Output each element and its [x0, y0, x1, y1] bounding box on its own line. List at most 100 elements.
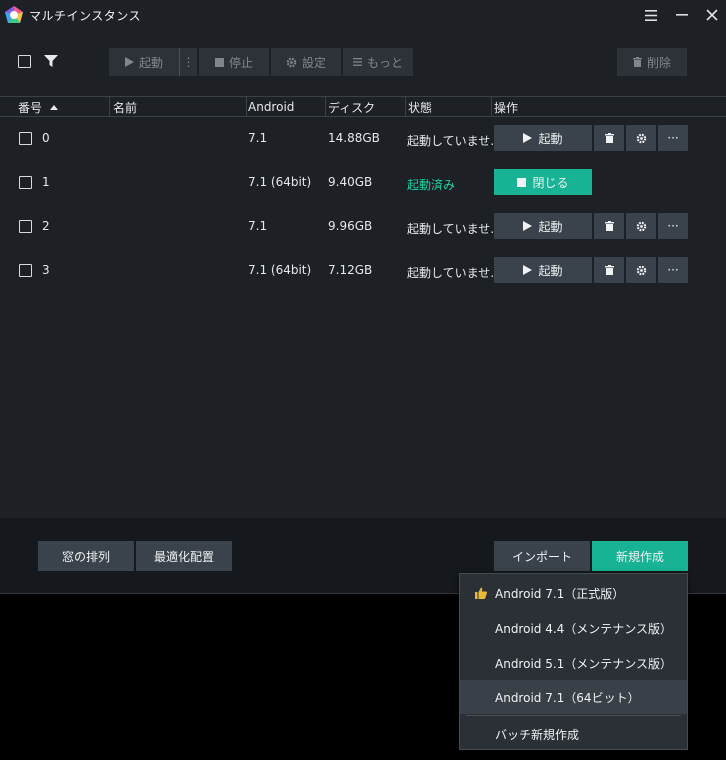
column-android[interactable]: Android	[248, 100, 294, 114]
dropdown-item-label: Android 4.4（メンテナンス版）	[495, 621, 673, 636]
close-button[interactable]	[701, 4, 723, 26]
import-button[interactable]: インポート	[494, 541, 590, 571]
instance-settings-button[interactable]	[626, 213, 656, 239]
row-android: 7.1 (64bit)	[248, 175, 312, 189]
play-icon	[523, 221, 533, 231]
row-disk: 9.40GB	[328, 175, 373, 189]
menu-icon	[645, 9, 657, 21]
close-instance-button[interactable]: 閉じる	[494, 169, 592, 195]
more-glyph: ···	[667, 219, 679, 233]
minimize-button[interactable]	[671, 4, 693, 26]
title-bar: マルチインスタンス	[0, 0, 726, 30]
select-all-checkbox[interactable]	[18, 55, 31, 68]
row-number: 3	[42, 263, 50, 277]
row-checkbox[interactable]	[19, 176, 32, 189]
instance-more-button[interactable]: ···	[658, 257, 688, 283]
new-instance-button[interactable]: 新規作成	[592, 541, 688, 571]
toolbar-start-options[interactable]: ⋮	[179, 48, 197, 76]
filter-icon[interactable]	[44, 54, 58, 68]
row-number: 0	[42, 131, 50, 145]
trash-icon	[604, 221, 614, 231]
row-number: 2	[42, 219, 50, 233]
thumbs-up-icon	[475, 587, 487, 599]
instance-settings-button[interactable]	[626, 125, 656, 151]
dropdown-item-label: Android 7.1（64ビット）	[495, 690, 640, 705]
start-instance-button[interactable]: 起動	[494, 213, 592, 239]
column-divider	[405, 97, 406, 117]
row-checkbox[interactable]	[19, 132, 32, 145]
start-label: 起動	[538, 131, 563, 146]
column-status-label: 状態	[408, 100, 433, 115]
dropdown-item-android-7-1[interactable]: Android 7.1（正式版）	[460, 576, 687, 610]
app-logo-icon	[5, 6, 23, 23]
column-divider	[109, 97, 110, 117]
play-icon	[124, 57, 134, 67]
instance-more-button[interactable]: ···	[658, 125, 688, 151]
column-name[interactable]: 名前	[113, 100, 138, 115]
column-android-label: Android	[248, 100, 295, 114]
window-title: マルチインスタンス	[29, 9, 142, 23]
arrange-windows-label: 窓の排列	[61, 549, 110, 564]
row-status: 起動していませ…	[407, 134, 494, 148]
row-disk: 14.88GB	[328, 131, 380, 145]
row-status: 起動済み	[407, 178, 456, 192]
multi-instance-window: マルチインスタンス 起動 ⋮ 停止 設定 もっと 削除 番号 名前 Androi…	[0, 0, 726, 594]
column-number[interactable]: 番号	[18, 100, 59, 115]
toolbar-more-button[interactable]: もっと	[343, 48, 413, 76]
menu-button[interactable]	[640, 4, 662, 26]
toolbar-stop-button[interactable]: 停止	[199, 48, 269, 76]
instance-more-button[interactable]: ···	[658, 213, 688, 239]
column-number-label: 番号	[18, 100, 43, 115]
start-instance-button[interactable]: 起動	[494, 257, 592, 283]
table-header: 番号 名前 Android ディスク 状態 操作	[0, 96, 726, 117]
row-android: 7.1	[248, 131, 268, 145]
column-divider	[491, 97, 492, 117]
optimize-layout-label: 最適化配置	[153, 549, 214, 564]
toolbar-delete-button[interactable]: 削除	[617, 48, 687, 76]
dropdown-item-android-4-4[interactable]: Android 4.4（メンテナンス版）	[460, 611, 687, 645]
close-icon	[706, 9, 718, 21]
delete-instance-button[interactable]	[594, 257, 624, 283]
column-name-label: 名前	[113, 100, 138, 115]
more-glyph: ···	[667, 131, 679, 145]
trash-icon	[632, 57, 642, 67]
row-checkbox[interactable]	[19, 264, 32, 277]
column-actions-label: 操作	[494, 100, 519, 115]
delete-instance-button[interactable]	[594, 125, 624, 151]
more-options-glyph: ⋮	[182, 55, 195, 69]
start-instance-button[interactable]: 起動	[494, 125, 592, 151]
toolbar-start-label: 起動	[138, 55, 163, 70]
row-checkbox[interactable]	[19, 220, 32, 233]
row-disk: 9.96GB	[328, 219, 373, 233]
trash-icon	[604, 133, 614, 143]
dropdown-item-android-7-1-64bit[interactable]: Android 7.1（64ビット）	[460, 680, 687, 714]
dropdown-item-batch-create[interactable]: バッチ新規作成	[460, 717, 687, 751]
optimize-layout-button[interactable]: 最適化配置	[136, 541, 232, 571]
toolbar-settings-button[interactable]: 設定	[271, 48, 341, 76]
instance-settings-button[interactable]	[626, 257, 656, 283]
column-disk-label: ディスク	[328, 100, 376, 115]
dropdown-item-label: バッチ新規作成	[495, 727, 580, 742]
delete-instance-button[interactable]	[594, 213, 624, 239]
row-android: 7.1	[248, 219, 268, 233]
toolbar-start-button[interactable]: 起動	[109, 48, 179, 76]
more-glyph: ···	[667, 263, 679, 277]
dropdown-item-label: Android 7.1（正式版）	[495, 586, 625, 601]
arrange-windows-button[interactable]: 窓の排列	[38, 541, 134, 571]
gear-icon	[636, 265, 646, 275]
toolbar-more-label: もっと	[366, 55, 403, 70]
toolbar-delete-label: 削除	[646, 55, 671, 70]
table-row: 3 7.1 (64bit) 7.12GB 起動していませ… 起動 ···	[0, 249, 726, 293]
column-disk[interactable]: ディスク	[328, 100, 376, 115]
table-row: 2 7.1 9.96GB 起動していませ… 起動 ···	[0, 205, 726, 249]
dropdown-item-android-5-1[interactable]: Android 5.1（メンテナンス版）	[460, 646, 687, 680]
row-number: 1	[42, 175, 50, 189]
row-disk: 7.12GB	[328, 263, 373, 277]
gear-icon	[636, 221, 646, 231]
toolbar-settings-label: 設定	[301, 55, 326, 70]
column-status[interactable]: 状態	[408, 100, 433, 115]
column-divider	[246, 97, 247, 117]
row-status: 起動していませ…	[407, 222, 494, 236]
gear-icon	[286, 57, 297, 67]
minimize-icon	[676, 14, 688, 16]
